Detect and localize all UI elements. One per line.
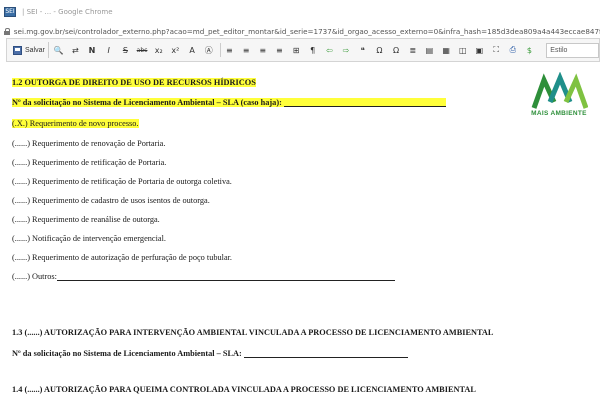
option-other-field[interactable] [56, 273, 395, 281]
logo-mark-icon [531, 71, 589, 109]
section-13-sla-field[interactable] [243, 350, 408, 358]
option-collective-rectification[interactable]: (......) Requerimento de retificação de … [12, 177, 232, 186]
list-icon[interactable]: ≣ [407, 43, 419, 57]
option-other-label: (......) Outros: [12, 272, 57, 281]
block-icon[interactable]: ▣ [474, 43, 486, 57]
section-13-title: 1.3 (......) AUTORIZAÇÃO PARA INTERVENÇÃ… [12, 328, 494, 337]
toolbar-separator [219, 43, 221, 57]
sla-request-label: Nº da solicitação no Sistema de Licencia… [12, 98, 282, 107]
window-titlebar: SEI | SEI - ... - Google Chrome [0, 0, 600, 24]
image-icon[interactable]: ▤ [424, 43, 436, 57]
table-icon[interactable]: ⊞ [290, 43, 302, 57]
blockquote-icon[interactable]: ❝ [357, 43, 369, 57]
omega-icon[interactable]: Ω [390, 43, 402, 57]
align-left-icon[interactable]: ≡ [224, 43, 236, 57]
italic-button[interactable]: I [103, 43, 115, 57]
lock-icon [4, 27, 10, 35]
window-title: | SEI - ... - Google Chrome [22, 8, 113, 16]
subscript-button[interactable]: x₂ [153, 43, 165, 57]
print-icon[interactable]: ⎙ [507, 43, 519, 57]
paragraph-icon[interactable]: ¶ [307, 43, 319, 57]
url-text[interactable]: sei.mg.gov.br/sei/controlador_externo.ph… [14, 27, 600, 36]
option-well-drilling[interactable]: (......) Requerimento de autorização de … [12, 253, 232, 262]
option-rectification[interactable]: (......) Requerimento de retificação de … [12, 158, 166, 167]
editor-toolbar: Salvar 🔍 ⇄ N I S abc x₂ x² A Ⓐ ≡ ≡ ≡ ≡ ⊞… [6, 38, 600, 62]
mais-ambiente-logo: MAIS AMBIENTE [530, 71, 589, 122]
section-14-title: 1.4 (......) AUTORIZAÇÃO PARA QUEIMA CON… [12, 385, 476, 394]
strikethrough-abc-button[interactable]: abc [136, 43, 148, 57]
option-emergency-notification[interactable]: (......) Notificação de intervenção emer… [12, 234, 166, 243]
template-icon[interactable]: ◫ [457, 43, 469, 57]
document-editor[interactable]: 1.2 OUTORGA DE DIREITO DE USO DE RECURSO… [6, 62, 600, 400]
save-label: Salvar [25, 46, 45, 54]
outdent-icon[interactable]: ⇦ [324, 43, 336, 57]
option-reanalysis[interactable]: (......) Requerimento de reanálise de ou… [12, 215, 160, 224]
align-right-icon[interactable]: ≡ [257, 43, 269, 57]
option-new-process[interactable]: (.X.) Requerimento de novo processo. [12, 119, 139, 128]
find-replace-icon[interactable]: 🔍 [53, 43, 65, 57]
logo-text: MAIS AMBIENTE [531, 110, 587, 117]
strike-button[interactable]: S [120, 43, 132, 57]
special-char-icon[interactable]: Ω [374, 43, 386, 57]
format-painter-icon[interactable]: ⇄ [70, 43, 82, 57]
save-button[interactable]: Salvar [10, 42, 49, 58]
option-renewal[interactable]: (......) Requerimento de renovação de Po… [12, 139, 165, 148]
sla-request-field[interactable] [283, 99, 446, 107]
background-color-button[interactable]: Ⓐ [203, 43, 215, 57]
save-icon [13, 45, 22, 55]
section-13-sla-line: Nº da solicitação no Sistema de Licencia… [12, 349, 408, 358]
section-13-sla-label: Nº da solicitação no Sistema de Licencia… [12, 349, 242, 358]
option-other[interactable]: (......) Outros: [12, 272, 395, 281]
option-exempt-registration[interactable]: (......) Requerimento de cadastro de uso… [12, 196, 210, 205]
section-12-title: 1.2 OUTORGA DE DIREITO DE USO DE RECURSO… [12, 78, 256, 87]
grid-icon[interactable]: ▦ [440, 43, 452, 57]
sla-request-line: Nº da solicitação no Sistema de Licencia… [12, 98, 446, 107]
style-select[interactable]: Estilo [546, 42, 599, 58]
align-center-icon[interactable]: ≡ [240, 43, 252, 57]
text-color-button[interactable]: A [186, 43, 198, 57]
align-justify-icon[interactable]: ≡ [274, 43, 286, 57]
dollar-icon[interactable]: $ [524, 43, 536, 57]
address-bar[interactable]: sei.mg.gov.br/sei/controlador_externo.ph… [0, 24, 600, 38]
sei-app-icon: SEI [4, 7, 16, 17]
indent-icon[interactable]: ⇨ [340, 43, 352, 57]
maximize-icon[interactable]: ⛶ [490, 43, 502, 57]
bold-button[interactable]: N [86, 43, 98, 57]
superscript-button[interactable]: x² [170, 43, 182, 57]
